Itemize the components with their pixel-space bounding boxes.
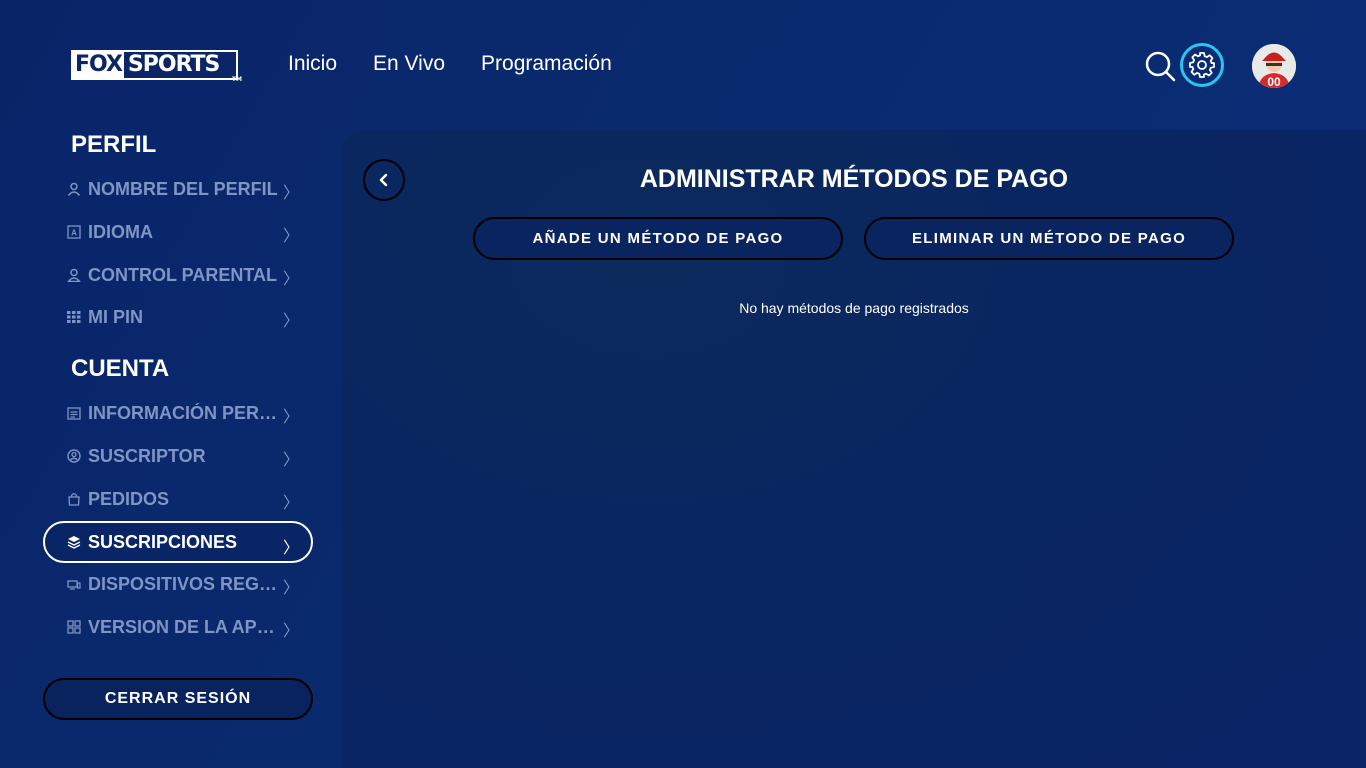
chevron-right-icon: 〉 <box>282 409 299 426</box>
svg-text:A: A <box>71 229 77 238</box>
chevron-right-icon: 〉 <box>282 580 299 597</box>
sidebar-item-label: SUSCRIPTOR <box>88 445 206 466</box>
nav-inicio[interactable]: Inicio <box>288 52 337 76</box>
payment-methods-panel: ADMINISTRAR MÉTODOS DE PAGO AÑADE UN MÉT… <box>342 130 1366 768</box>
section-title-perfil: PERFIL <box>71 131 157 158</box>
chevron-right-icon: 〉 <box>282 495 299 512</box>
search-icon[interactable] <box>1144 50 1176 82</box>
logo-trademark: TM <box>231 76 242 83</box>
sidebar-item-label: PEDIDOS <box>88 488 170 509</box>
logo-fox-text: FOX <box>73 52 124 78</box>
sidebar-item-dispositivos[interactable]: DISPOSITIVOS REGISTRADOS 〉 <box>43 563 313 605</box>
sidebar-item-suscripciones[interactable]: SUSCRIPCIONES 〉 <box>43 521 313 563</box>
logo-sports-text: SPORTS <box>123 52 236 78</box>
nav-en-vivo[interactable]: En Vivo <box>373 52 445 76</box>
parental-icon <box>66 267 82 283</box>
chevron-right-icon: 〉 <box>282 271 299 288</box>
chevron-right-icon: 〉 <box>282 452 299 469</box>
devices-icon <box>66 576 82 592</box>
empty-state-message: No hay métodos de pago registrados <box>739 300 969 316</box>
logout-button[interactable]: CERRAR SESIÓN <box>43 678 313 720</box>
chevron-right-icon: 〉 <box>282 228 299 245</box>
fox-sports-logo[interactable]: FOX SPORTS TM <box>71 50 242 83</box>
user-circle-icon <box>66 448 82 464</box>
sidebar-item-label: VERSION DE LA APLICACIÓN <box>88 616 280 637</box>
apps-icon <box>66 619 82 635</box>
avatar[interactable]: 00 <box>1252 44 1296 88</box>
sidebar-item-suscriptor[interactable]: SUSCRIPTOR 〉 <box>43 435 313 477</box>
sidebar-item-label: SUSCRIPCIONES <box>88 531 238 552</box>
sidebar-item-informacion-personal[interactable]: INFORMACIÓN PERSONAL 〉 <box>43 392 313 434</box>
sidebar-item-mi-pin[interactable]: MI PIN 〉 <box>43 296 313 338</box>
remove-payment-method-button[interactable]: ELIMINAR UN MÉTODO DE PAGO <box>864 217 1234 260</box>
chevron-right-icon: 〉 <box>282 540 299 557</box>
user-icon <box>66 181 82 197</box>
chevron-right-icon: 〉 <box>282 185 299 202</box>
settings-button[interactable] <box>1180 43 1224 87</box>
sidebar-item-pedidos[interactable]: PEDIDOS 〉 <box>43 478 313 520</box>
sidebar-item-label: IDIOMA <box>88 221 153 242</box>
sidebar-item-label: MI PIN <box>88 306 144 327</box>
sidebar-item-nombre-perfil[interactable]: NOMBRE DEL PERFIL 〉 <box>43 168 313 210</box>
sidebar-item-control-parental[interactable]: CONTROL PARENTAL 〉 <box>43 254 313 296</box>
language-icon: A <box>66 224 82 240</box>
bag-icon <box>66 491 82 507</box>
sidebar-item-label: INFORMACIÓN PERSONAL <box>88 402 280 423</box>
document-icon <box>66 405 82 421</box>
sidebar-item-label: CONTROL PARENTAL <box>88 264 277 285</box>
sidebar-item-idioma[interactable]: A IDIOMA 〉 <box>43 211 313 253</box>
sidebar-item-label: NOMBRE DEL PERFIL <box>88 178 278 199</box>
nav-programacion[interactable]: Programación <box>481 52 612 76</box>
layers-icon <box>66 534 82 550</box>
svg-text:00: 00 <box>1267 75 1281 88</box>
keypad-icon <box>66 309 82 325</box>
main-nav: Inicio En Vivo Programación <box>288 52 612 76</box>
chevron-right-icon: 〉 <box>282 623 299 640</box>
gear-icon <box>1189 52 1215 78</box>
chevron-right-icon: 〉 <box>282 313 299 330</box>
section-title-cuenta: CUENTA <box>71 355 170 382</box>
sidebar-item-version-app[interactable]: VERSION DE LA APLICACIÓN 〉 <box>43 606 313 648</box>
sidebar-item-label: DISPOSITIVOS REGISTRADOS <box>88 573 280 594</box>
add-payment-method-button[interactable]: AÑADE UN MÉTODO DE PAGO <box>473 217 843 260</box>
page-title: ADMINISTRAR MÉTODOS DE PAGO <box>639 165 1069 193</box>
